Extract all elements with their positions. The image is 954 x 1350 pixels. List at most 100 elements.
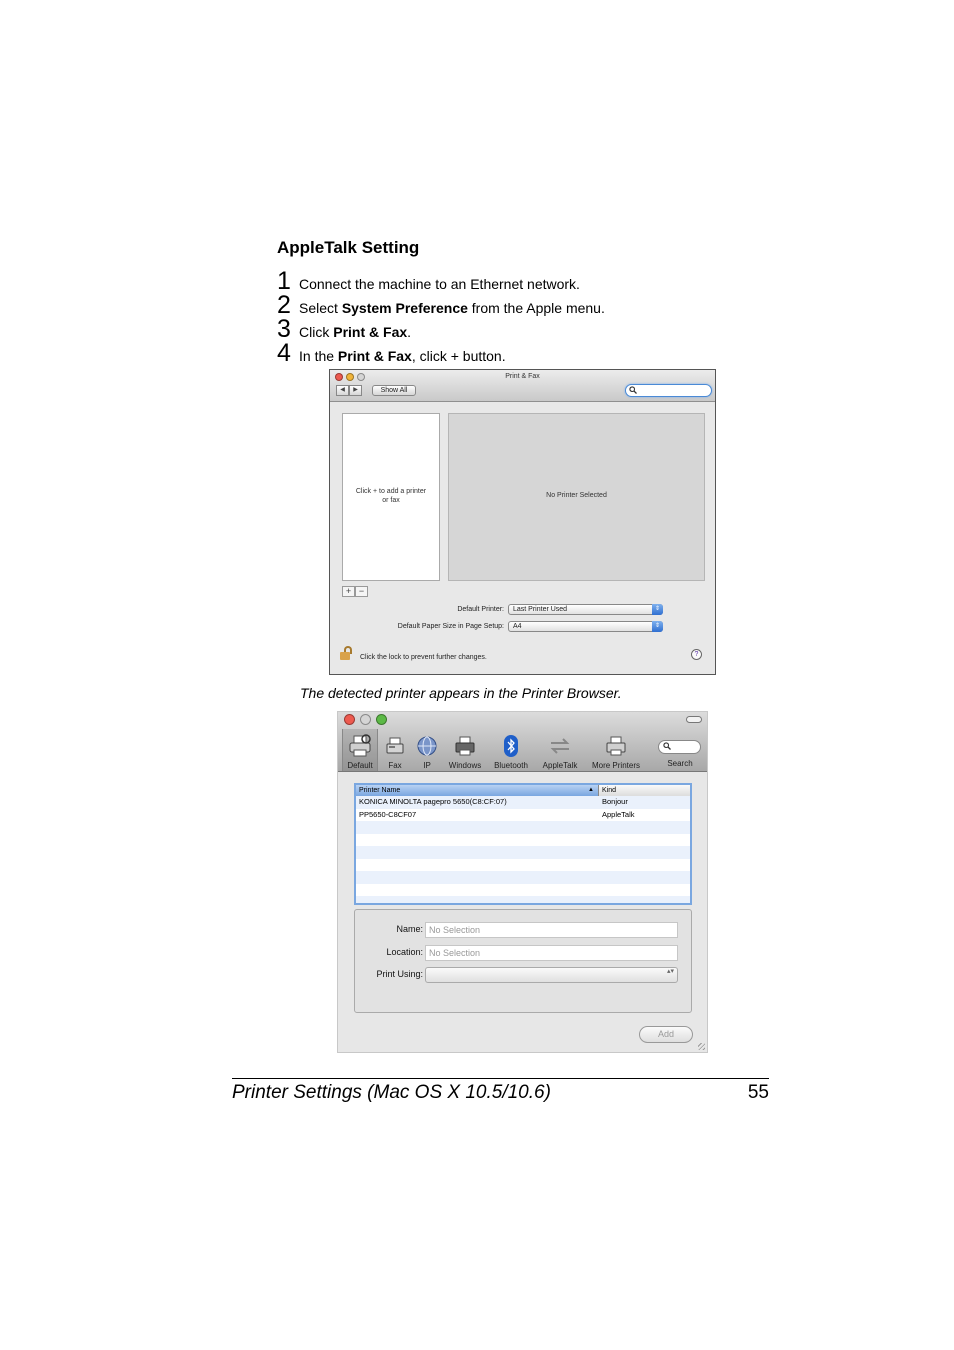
lock-icon[interactable] — [340, 646, 352, 660]
search-field[interactable] — [625, 384, 712, 397]
help-button[interactable]: ? — [691, 649, 702, 660]
toolbar-search[interactable]: Search — [658, 758, 702, 768]
step-number: 3 — [277, 315, 291, 343]
empty-row — [356, 896, 690, 903]
table-row[interactable]: KONICA MINOLTA pagepro 5650(C8:CF:07) Bo… — [356, 796, 690, 809]
close-button[interactable] — [344, 714, 355, 725]
search-field[interactable] — [658, 740, 701, 754]
remove-printer-button[interactable]: − — [355, 586, 368, 597]
bluetooth-icon — [491, 732, 531, 760]
column-header-printer-name[interactable]: Printer Name ▲ — [356, 785, 599, 796]
table-row[interactable]: PP5650-C8CF07 AppleTalk — [356, 809, 690, 822]
printer-name-cell: KONICA MINOLTA pagepro 5650(C8:CF:07) — [359, 797, 507, 806]
step-text: In the Print & Fax, click + button. — [299, 348, 506, 364]
search-icon — [629, 386, 637, 396]
paper-size-popup[interactable]: A4 ⇕ — [508, 621, 663, 632]
step-number: 1 — [277, 267, 291, 295]
popup-arrows-icon: ⇕ — [652, 621, 663, 632]
step-text: Connect the machine to an Ethernet netwo… — [299, 276, 580, 292]
printer-list-hint: Click + to add a printer or fax — [355, 488, 427, 504]
show-all-button[interactable]: Show All — [372, 385, 416, 396]
zoom-button[interactable] — [376, 714, 387, 725]
default-printer-popup[interactable]: Last Printer Used ⇕ — [508, 604, 663, 615]
toolbar-appletalk[interactable]: AppleTalk — [538, 732, 582, 770]
back-button[interactable]: ◀ — [336, 385, 349, 396]
step-4: 4 In the Print & Fax, click + button. — [277, 339, 506, 367]
no-printer-message: No Printer Selected — [546, 492, 607, 499]
print-using-label: Print Using: — [376, 969, 423, 979]
empty-row — [356, 859, 690, 872]
table-header: Printer Name ▲ Kind — [356, 785, 690, 796]
print-fax-window: Print & Fax ◀ ▶ Show All Click + to add … — [329, 369, 716, 675]
toolbar-more-printers[interactable]: More Printers — [587, 732, 645, 770]
table-body: KONICA MINOLTA pagepro 5650(C8:CF:07) Bo… — [356, 796, 690, 903]
column-header-kind[interactable]: Kind — [599, 785, 690, 796]
window-toolbar: Print & Fax ◀ ▶ Show All — [330, 370, 715, 402]
printer-kind-cell: Bonjour — [602, 797, 628, 806]
window-title: Print & Fax — [505, 373, 540, 380]
browser-toolbar: Default Fax IP Windows Bluetooth AppleTa… — [338, 712, 707, 772]
step-number: 4 — [277, 339, 291, 367]
name-field[interactable]: No Selection — [425, 922, 678, 938]
forward-button[interactable]: ▶ — [349, 385, 362, 396]
printer-browser-window: Default Fax IP Windows Bluetooth AppleTa… — [337, 711, 708, 1053]
minimize-button[interactable] — [360, 714, 371, 725]
name-label: Name: — [396, 924, 423, 934]
printer-icon — [587, 732, 645, 760]
toolbar-label: More Printers — [591, 761, 640, 770]
default-printer-label: Default Printer: — [457, 606, 504, 613]
empty-row — [356, 871, 690, 884]
printer-icon — [343, 732, 377, 760]
toolbar-label: Windows — [448, 761, 482, 770]
window-controls — [344, 714, 387, 725]
page-number: 55 — [747, 1082, 769, 1103]
search-icon — [663, 742, 671, 752]
add-printer-button[interactable]: + — [342, 586, 355, 597]
globe-icon — [415, 732, 439, 760]
toolbar-label: Search — [667, 759, 693, 768]
empty-row — [356, 846, 690, 859]
lock-text: Click the lock to prevent further change… — [360, 654, 487, 661]
print-using-popup[interactable]: ▴▾ — [425, 967, 678, 983]
footer-title: Printer Settings (Mac OS X 10.5/10.6) — [232, 1082, 551, 1103]
step-2: 2 Select System Preference from the Appl… — [277, 293, 605, 318]
empty-row — [356, 884, 690, 897]
empty-row — [356, 834, 690, 847]
paper-size-label: Default Paper Size in Page Setup: — [397, 623, 504, 630]
toolbar-windows[interactable]: Windows — [446, 732, 484, 770]
toolbar-bluetooth[interactable]: Bluetooth — [491, 732, 531, 770]
toolbar-label: Bluetooth — [494, 761, 528, 770]
toolbar-toggle-button[interactable] — [686, 716, 702, 723]
section-title: AppleTalk Setting — [277, 238, 420, 257]
printer-table[interactable]: Printer Name ▲ Kind KONICA MINOLTA pagep… — [354, 783, 692, 905]
step-1: 1 Connect the machine to an Ethernet net… — [277, 267, 580, 295]
fax-icon — [383, 732, 407, 760]
step-text: Click Print & Fax. — [299, 324, 412, 340]
toolbar-fax[interactable]: Fax — [383, 732, 407, 770]
appletalk-arrows-icon — [538, 732, 582, 760]
printer-detail-pane: No Printer Selected — [448, 413, 705, 581]
nav-buttons: ◀ ▶ — [336, 385, 362, 396]
toolbar-ip[interactable]: IP — [415, 732, 439, 770]
step-text: Select System Preference from the Apple … — [299, 300, 605, 316]
footer-rule — [232, 1078, 769, 1079]
toolbar-label: IP — [423, 761, 431, 770]
caption: The detected printer appears in the Prin… — [300, 685, 622, 701]
printer-kind-cell: AppleTalk — [602, 809, 635, 819]
location-label: Location: — [386, 947, 423, 957]
toolbar-default[interactable]: Default — [342, 729, 378, 771]
toolbar-label: Default — [347, 761, 373, 770]
stepper-arrows-icon: ▴▾ — [666, 968, 674, 975]
printer-name-cell: PP5650-C8CF07 — [359, 809, 417, 819]
printer-info-panel: Name: No Selection Location: No Selectio… — [354, 909, 692, 1013]
paper-size-value: A4 — [513, 623, 522, 630]
resize-grip-icon[interactable] — [698, 1043, 705, 1050]
location-field[interactable]: No Selection — [425, 945, 678, 961]
printer-list[interactable]: Click + to add a printer or fax — [342, 413, 440, 581]
add-button[interactable]: Add — [639, 1026, 693, 1043]
toolbar-label: AppleTalk — [542, 761, 578, 770]
empty-row — [356, 821, 690, 834]
popup-arrows-icon: ⇕ — [652, 604, 663, 615]
sort-ascending-icon: ▲ — [588, 787, 594, 793]
step-3: 3 Click Print & Fax. — [277, 315, 412, 343]
